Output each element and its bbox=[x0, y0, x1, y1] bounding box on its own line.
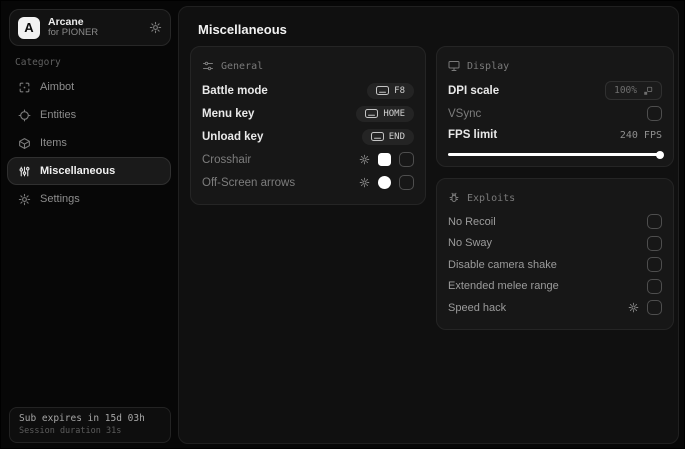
sidebar-item-label: Entities bbox=[40, 109, 77, 121]
setting-label: Off-Screen arrows bbox=[202, 176, 296, 189]
settings-lines-icon bbox=[202, 60, 214, 72]
setting-row-no-recoil: No Recoil bbox=[448, 211, 662, 233]
setting-label: FPS limit bbox=[448, 129, 498, 141]
gear-icon[interactable] bbox=[359, 154, 370, 165]
speed-hack-checkbox[interactable] bbox=[647, 300, 662, 316]
offscreen-arrows-checkbox[interactable] bbox=[399, 175, 414, 190]
setting-row-crosshair: Crosshair bbox=[202, 148, 414, 171]
sidebar-item-label: Aimbot bbox=[40, 81, 75, 93]
sidebar-item-aimbot[interactable]: Aimbot bbox=[7, 73, 171, 101]
setting-row-battle-mode: Battle mode F8 bbox=[202, 79, 414, 102]
sliders-icon bbox=[18, 165, 31, 178]
setting-label: Menu key bbox=[202, 107, 255, 120]
sidebar-item-settings[interactable]: Settings bbox=[7, 185, 171, 213]
setting-label: DPI scale bbox=[448, 84, 500, 97]
sub-expiry-text: Sub expires in 15d 03h bbox=[19, 413, 145, 424]
setting-label: Extended melee range bbox=[448, 280, 559, 293]
sidebar-item-label: Miscellaneous bbox=[40, 165, 116, 177]
setting-label: Disable camera shake bbox=[448, 258, 557, 271]
setting-row-no-sway: No Sway bbox=[448, 233, 662, 255]
setting-label: Speed hack bbox=[448, 301, 507, 314]
app-subtitle: for PIONER bbox=[48, 27, 99, 39]
crosshair-checkbox[interactable] bbox=[399, 152, 414, 167]
keybind-button[interactable]: END bbox=[361, 128, 414, 145]
sidebar-nav: Aimbot Entities Items Miscellaneous Sett… bbox=[7, 73, 171, 213]
keybind-value: F8 bbox=[394, 85, 405, 96]
settings-columns: General Battle mode F8 Menu key HOME Unl… bbox=[190, 46, 674, 330]
sidebar-item-label: Settings bbox=[40, 193, 80, 205]
exploits-card-header: Exploits bbox=[448, 188, 662, 208]
app-window: A Arcane for PIONER Category Aimbot Enti… bbox=[0, 0, 685, 449]
keybind-button[interactable]: F8 bbox=[367, 82, 414, 99]
setting-row-offscreen-arrows: Off-Screen arrows bbox=[202, 171, 414, 194]
setting-row-vsync: VSync bbox=[448, 102, 662, 125]
keybind-value: HOME bbox=[383, 108, 405, 119]
fps-limit-slider[interactable] bbox=[448, 150, 664, 159]
setting-label: Battle mode bbox=[202, 84, 268, 97]
sidebar-item-items[interactable]: Items bbox=[7, 129, 171, 157]
setting-label: No Recoil bbox=[448, 215, 496, 228]
extended-melee-range-checkbox[interactable] bbox=[647, 278, 662, 294]
dpi-scale-select[interactable]: 100% bbox=[605, 81, 662, 100]
display-card: Display DPI scale 100% VSync FPS limit 2… bbox=[436, 46, 674, 167]
bug-icon bbox=[448, 192, 460, 204]
fps-limit-value: 240 FPS bbox=[619, 129, 662, 141]
setting-row-extended-melee-range: Extended melee range bbox=[448, 276, 662, 298]
keyboard-icon bbox=[376, 86, 390, 95]
main-panel: Miscellaneous General Battle mode F8 Men… bbox=[178, 6, 679, 444]
no-recoil-checkbox[interactable] bbox=[647, 214, 662, 230]
disable-camera-shake-checkbox[interactable] bbox=[647, 257, 662, 273]
display-card-header: Display bbox=[448, 56, 662, 76]
keybind-button[interactable]: HOME bbox=[356, 105, 414, 122]
monitor-icon bbox=[448, 60, 460, 72]
sidebar-item-miscellaneous[interactable]: Miscellaneous bbox=[7, 157, 171, 185]
no-sway-checkbox[interactable] bbox=[647, 235, 662, 251]
color-swatch[interactable] bbox=[378, 176, 391, 189]
app-logo: A bbox=[18, 16, 40, 39]
setting-label: No Sway bbox=[448, 237, 493, 250]
scan-icon bbox=[18, 81, 31, 94]
session-duration-text: Session duration 31s bbox=[19, 426, 122, 436]
color-swatch[interactable] bbox=[378, 153, 391, 166]
scale-icon bbox=[643, 86, 653, 96]
general-card: General Battle mode F8 Menu key HOME Unl… bbox=[190, 46, 426, 205]
cube-icon bbox=[18, 137, 31, 150]
setting-row-fps-limit: FPS limit 240 FPS bbox=[448, 125, 662, 145]
setting-row-speed-hack: Speed hack bbox=[448, 297, 662, 319]
gear-icon[interactable] bbox=[359, 177, 370, 188]
setting-label: Unload key bbox=[202, 130, 264, 143]
sidebar-item-entities[interactable]: Entities bbox=[7, 101, 171, 129]
exploits-card: Exploits No Recoil No Sway Disable camer… bbox=[436, 178, 674, 330]
keyboard-icon bbox=[370, 132, 384, 141]
exploits-card-title: Exploits bbox=[467, 192, 516, 204]
page-title: Miscellaneous bbox=[198, 22, 287, 37]
setting-row-disable-camera-shake: Disable camera shake bbox=[448, 254, 662, 276]
gear-icon[interactable] bbox=[628, 302, 639, 313]
setting-label: VSync bbox=[448, 107, 482, 120]
sidebar: A Arcane for PIONER Category Aimbot Enti… bbox=[1, 1, 178, 448]
general-card-header: General bbox=[202, 56, 414, 76]
subscription-card: Sub expires in 15d 03h Session duration … bbox=[9, 407, 171, 443]
setting-row-menu-key: Menu key HOME bbox=[202, 102, 414, 125]
app-names: Arcane for PIONER bbox=[48, 16, 149, 39]
general-card-title: General bbox=[221, 60, 264, 72]
target-icon bbox=[18, 109, 31, 122]
keyboard-icon bbox=[365, 109, 379, 118]
gear-icon[interactable] bbox=[149, 21, 162, 34]
slider-knob[interactable] bbox=[656, 150, 664, 159]
gear-icon bbox=[18, 193, 31, 206]
vsync-checkbox[interactable] bbox=[647, 106, 662, 121]
app-header-card: A Arcane for PIONER bbox=[9, 9, 171, 46]
display-card-title: Display bbox=[467, 60, 510, 72]
setting-row-dpi-scale: DPI scale 100% bbox=[448, 79, 662, 102]
dpi-scale-value: 100% bbox=[614, 85, 637, 96]
sidebar-item-label: Items bbox=[40, 137, 67, 149]
setting-label: Crosshair bbox=[202, 153, 252, 166]
setting-row-unload-key: Unload key END bbox=[202, 125, 414, 148]
keybind-value: END bbox=[388, 131, 405, 142]
category-label: Category bbox=[15, 57, 61, 68]
